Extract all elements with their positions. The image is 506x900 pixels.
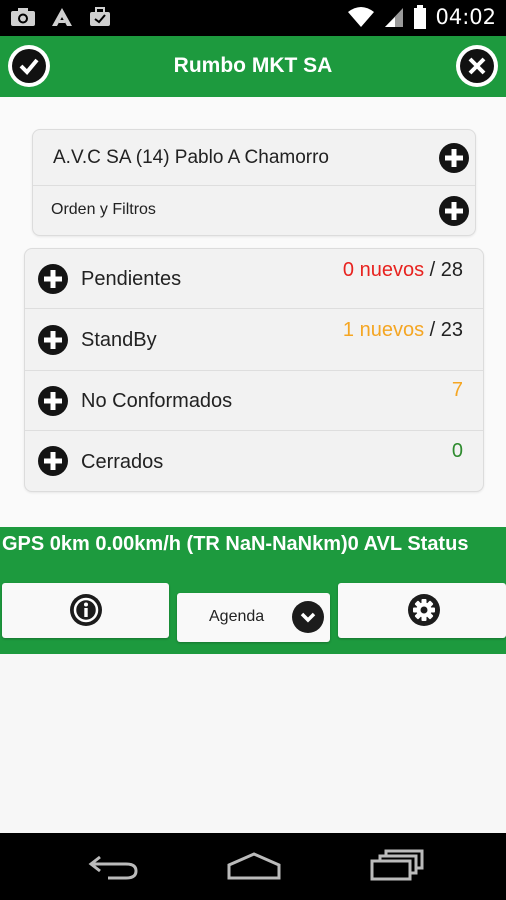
status-count: 7	[451, 379, 463, 401]
filters-row[interactable]: Orden y Filtros	[33, 186, 475, 235]
system-nav-bar	[0, 833, 506, 900]
home-icon[interactable]	[226, 851, 282, 881]
back-icon[interactable]	[88, 853, 140, 881]
clock: 04:02	[435, 5, 496, 29]
main-content: A.V.C SA (14) Pablo A Chamorro Orden y F…	[0, 97, 506, 527]
system-status-bar: 04:02	[0, 0, 506, 36]
wifi-icon	[348, 7, 375, 27]
status-label: Pendientes	[81, 268, 182, 290]
info-button[interactable]	[2, 583, 169, 638]
expand-cerrados-icon[interactable]	[38, 446, 68, 476]
info-icon	[70, 594, 102, 626]
gps-panel: GPS 0km 0.00km/h (TR NaN-NaNkm)0 AVL Sta…	[0, 527, 506, 654]
filters-label: Orden y Filtros	[51, 201, 156, 218]
total-count: / 23	[429, 319, 463, 341]
gear-icon	[408, 594, 440, 626]
expand-pendientes-icon[interactable]	[38, 264, 68, 294]
chevron-down-icon	[292, 601, 324, 633]
page-title: Rumbo MKT SA	[173, 54, 333, 77]
signal-icon	[385, 8, 404, 27]
total-count: / 28	[429, 259, 463, 281]
status-row-standby[interactable]: StandBy 1 nuevos / 23	[25, 309, 483, 371]
triangle-app-icon	[52, 8, 72, 26]
status-label: No Conformados	[81, 390, 233, 412]
expand-no-conformados-icon[interactable]	[38, 386, 68, 416]
settings-button[interactable]	[338, 583, 506, 638]
status-label: Cerrados	[81, 451, 164, 473]
briefcase-icon	[90, 7, 110, 26]
app-header: Rumbo MKT SA	[0, 36, 506, 97]
recents-icon[interactable]	[370, 849, 424, 881]
close-icon	[468, 57, 486, 75]
close-button[interactable]	[456, 45, 498, 87]
agenda-label: Agenda	[209, 608, 265, 625]
camera-icon	[11, 8, 35, 26]
status-count: 1 nuevos / 23	[343, 319, 463, 342]
status-row-pendientes[interactable]: Pendientes 0 nuevos / 28	[25, 249, 483, 309]
status-card: Pendientes 0 nuevos / 28 StandBy 1 nuevo…	[24, 248, 484, 492]
nuevos-count: 1 nuevos	[342, 319, 425, 341]
expand-standby-icon[interactable]	[38, 325, 68, 355]
agenda-select[interactable]: Agenda	[177, 593, 330, 642]
status-count: 0	[451, 440, 463, 462]
client-row[interactable]: A.V.C SA (14) Pablo A Chamorro	[33, 130, 475, 186]
battery-icon	[414, 5, 427, 29]
nuevos-count: 0 nuevos	[342, 259, 425, 281]
gps-status-text: GPS 0km 0.00km/h (TR NaN-NaNkm)0 AVL Sta…	[2, 533, 469, 555]
status-label: StandBy	[81, 329, 157, 351]
add-client-icon[interactable]	[439, 143, 469, 173]
client-card: A.V.C SA (14) Pablo A Chamorro Orden y F…	[32, 129, 476, 236]
add-filter-icon[interactable]	[439, 196, 469, 226]
status-row-cerrados[interactable]: Cerrados 0	[25, 431, 483, 491]
status-count: 0 nuevos / 28	[343, 259, 463, 282]
client-label: A.V.C SA (14) Pablo A Chamorro	[53, 147, 330, 168]
status-row-no-conformados[interactable]: No Conformados 7	[25, 371, 483, 431]
empty-area	[0, 654, 506, 833]
